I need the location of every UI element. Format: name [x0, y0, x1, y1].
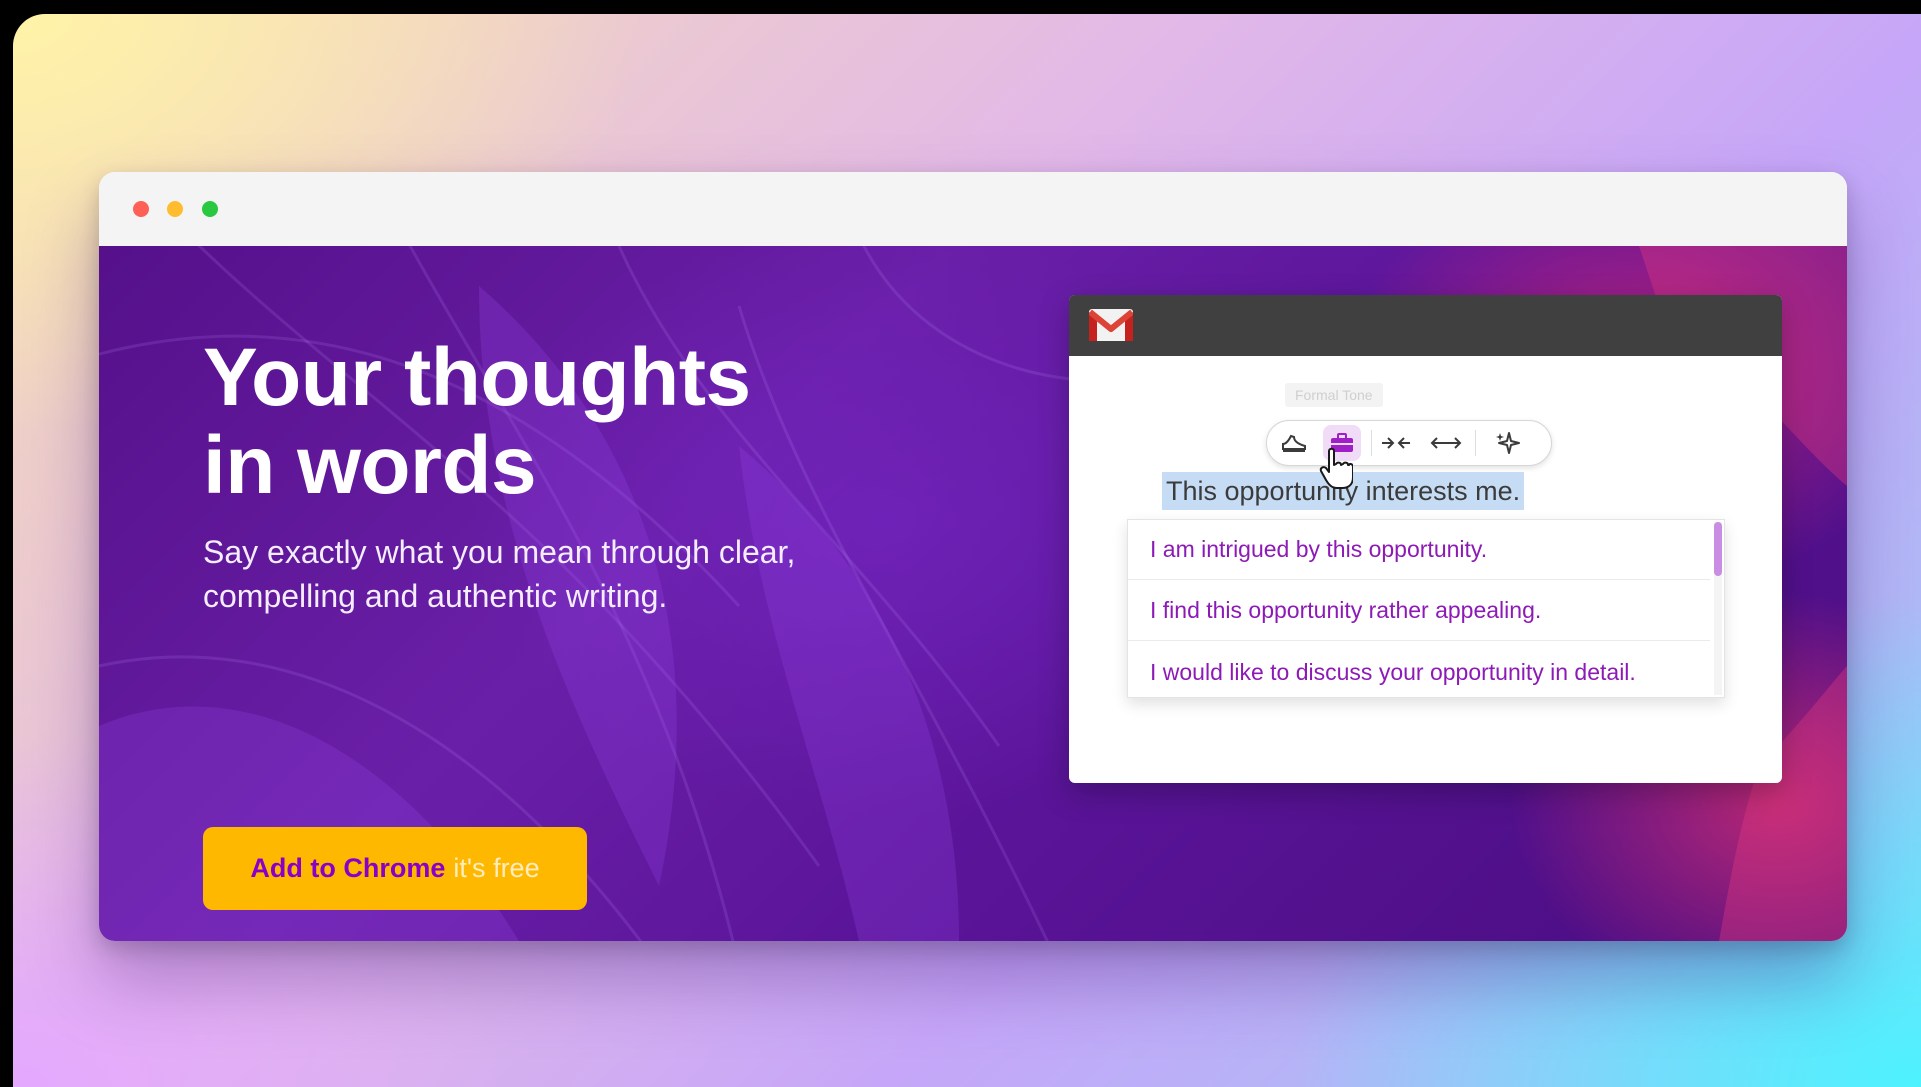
- cta-label: Add to Chrome: [250, 853, 446, 883]
- toolbar-divider: [1371, 430, 1372, 456]
- hero-section: Your thoughts in words Say exactly what …: [99, 246, 1847, 941]
- gmail-demo-window: Formal Tone This opportunity interests m…: [1069, 295, 1782, 783]
- headline-line-1: Your thoughts: [203, 332, 751, 423]
- suggestion-item[interactable]: I find this opportunity rather appealing…: [1128, 581, 1710, 641]
- gmail-header-bar: [1069, 295, 1782, 356]
- browser-title-bar: [99, 172, 1847, 246]
- add-to-chrome-button[interactable]: Add to Chrome it's free: [203, 827, 587, 910]
- subheadline-line-1: Say exactly what you mean through clear,: [203, 534, 796, 570]
- browser-window: Your thoughts in words Say exactly what …: [99, 172, 1847, 941]
- rewrite-toolbar: [1266, 420, 1552, 466]
- sparkles-icon[interactable]: [1489, 425, 1527, 461]
- hero-headline: Your thoughts in words: [203, 334, 903, 510]
- shorten-arrows-icon[interactable]: [1377, 425, 1415, 461]
- hand-pointer-icon: [1319, 447, 1353, 489]
- maximize-window-dot[interactable]: [202, 201, 218, 217]
- suggestion-item[interactable]: I would like to discuss your opportunity…: [1128, 642, 1710, 702]
- subheadline-line-2: compelling and authentic writing.: [203, 578, 668, 614]
- headline-line-2: in words: [203, 420, 537, 511]
- gmail-icon: [1089, 309, 1133, 341]
- toolbar-divider: [1475, 430, 1476, 456]
- casual-shoe-icon[interactable]: [1275, 425, 1313, 461]
- suggestions-dropdown: I am intrigued by this opportunity. I fi…: [1127, 519, 1725, 698]
- cta-sublabel: it's free: [453, 853, 540, 883]
- hero-subheadline: Say exactly what you mean through clear,…: [203, 530, 883, 618]
- minimize-window-dot[interactable]: [167, 201, 183, 217]
- expand-arrows-icon[interactable]: [1427, 425, 1465, 461]
- close-window-dot[interactable]: [133, 201, 149, 217]
- scrollbar-thumb[interactable]: [1714, 522, 1722, 576]
- tone-tooltip: Formal Tone: [1285, 383, 1383, 407]
- suggestion-item[interactable]: I am intrigued by this opportunity.: [1128, 520, 1710, 580]
